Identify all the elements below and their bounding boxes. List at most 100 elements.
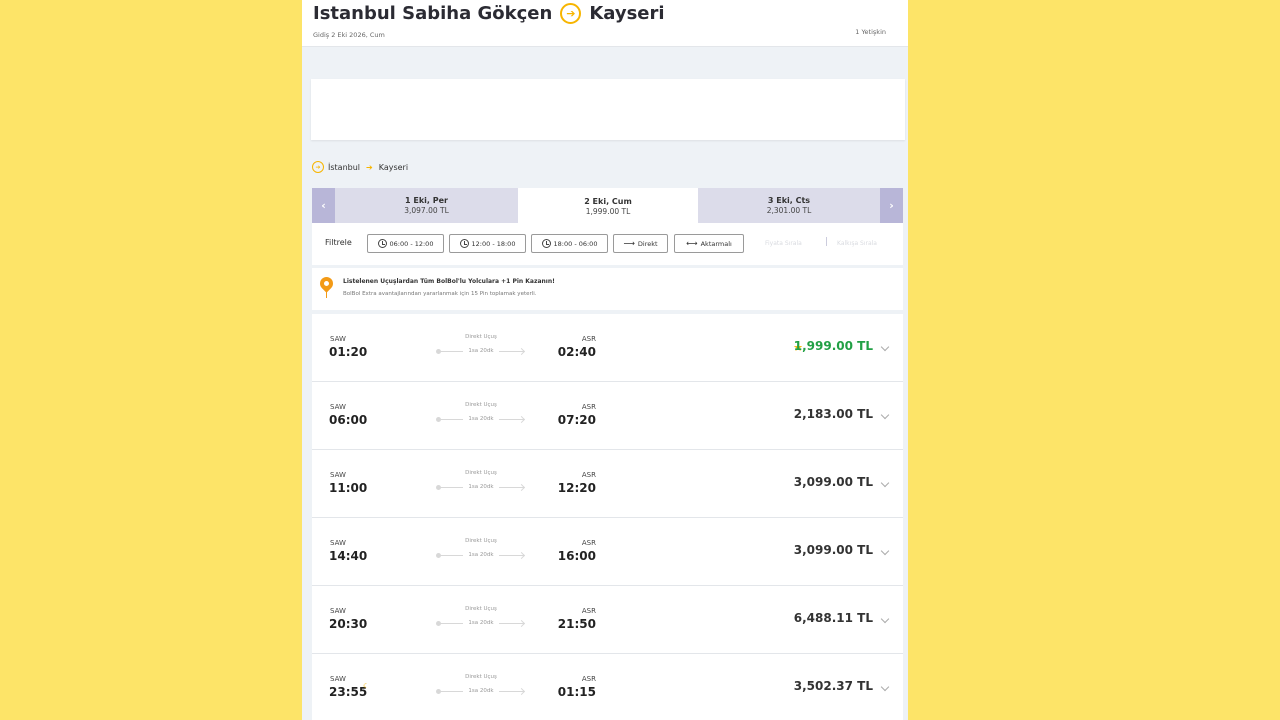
breadcrumb-destination: Kayseri xyxy=(378,162,409,172)
flight-row[interactable]: SAW 14:40 Direkt Uçuş 1sa 20dk ASR 16:00… xyxy=(312,518,903,586)
arrival-time: 07:20 xyxy=(557,413,596,427)
search-header: Istanbul Sabiha Gökçen ➔ Kayseri Gidiş 2… xyxy=(302,0,908,47)
flight-duration: 1sa 20dk xyxy=(468,552,494,558)
promo-subtitle: BolBol Extra avantajlarından yararlanmak… xyxy=(343,291,537,297)
filter-chip-afternoon[interactable]: 12:00 - 18:00 xyxy=(449,234,526,253)
clock-icon xyxy=(459,239,469,248)
banner-placeholder xyxy=(311,79,905,140)
route-line xyxy=(436,485,463,490)
sort-by-price-link[interactable]: Fiyata Sırala xyxy=(765,240,802,247)
route-title: Istanbul Sabiha Gökçen ➔ Kayseri xyxy=(313,3,665,24)
sort-divider xyxy=(826,237,827,246)
date-tab-price: 1,999.00 TL xyxy=(585,206,631,216)
chevron-down-icon[interactable] xyxy=(880,478,890,488)
chevron-right-icon: › xyxy=(889,199,894,212)
chip-label: Aktarmalı xyxy=(700,239,732,248)
direct-arrow-icon: ⟶ xyxy=(623,239,635,248)
breadcrumb: ➔ İstanbul ➔ Kayseri xyxy=(312,161,408,173)
departure-airport: SAW xyxy=(330,471,346,479)
arrival-airport: ASR xyxy=(581,539,596,547)
flight-row[interactable]: SAW 23:55 ☾ Direkt Uçuş 1sa 20dk ASR 01:… xyxy=(312,654,903,720)
flight-row[interactable]: SAW 20:30 Direkt Uçuş 1sa 20dk ASR 21:50… xyxy=(312,586,903,654)
departure-airport: SAW xyxy=(330,335,346,343)
chevron-left-icon: ‹ xyxy=(321,199,326,212)
trip-date: Gidiş 2 Eki 2026, Cum xyxy=(313,31,385,39)
chevron-down-icon[interactable] xyxy=(880,342,890,352)
departure-airport: SAW xyxy=(330,403,346,411)
departure-time: 06:00 xyxy=(329,413,368,427)
arrival-airport: ASR xyxy=(581,471,596,479)
origin-city: Istanbul Sabiha Gökçen xyxy=(313,3,553,24)
date-tab-selected-day[interactable]: 2 Eki, Cum 1,999.00 TL xyxy=(518,188,698,225)
route-arrow-icon xyxy=(499,487,524,488)
prev-date-button[interactable]: ‹ xyxy=(312,188,335,223)
flight-row[interactable]: SAW 01:20 Direkt Uçuş 1sa 20dk ASR 02:40… xyxy=(312,314,903,382)
chevron-down-icon[interactable] xyxy=(880,546,890,556)
filter-chip-direct[interactable]: ⟶ Direkt xyxy=(613,234,668,253)
arrival-time: 16:00 xyxy=(557,549,596,563)
route-arrow-icon xyxy=(499,555,524,556)
chevron-down-icon[interactable] xyxy=(880,614,890,624)
route-line xyxy=(436,349,463,354)
flight-duration: 1sa 20dk xyxy=(468,348,494,354)
flight-duration: 1sa 20dk xyxy=(468,484,494,490)
date-tab-prev-day[interactable]: 1 Eki, Per 3,097.00 TL xyxy=(335,188,518,223)
flight-price: 2,183.00 TL xyxy=(793,407,873,421)
filter-label: Filtrele xyxy=(325,238,352,247)
date-tab-next-day[interactable]: 3 Eki, Cts 2,301.00 TL xyxy=(698,188,880,223)
date-tab-label: 1 Eki, Per xyxy=(405,195,448,205)
filter-chip-morning[interactable]: 06:00 - 12:00 xyxy=(367,234,444,253)
flight-row[interactable]: SAW 11:00 Direkt Uçuş 1sa 20dk ASR 12:20… xyxy=(312,450,903,518)
departure-icon: ➔ xyxy=(312,161,324,173)
departure-airport: SAW xyxy=(330,675,346,683)
flight-duration: 1sa 20dk xyxy=(468,416,494,422)
flight-price: 6,488.11 TL xyxy=(793,611,873,625)
flight-price: 3,502.37 TL xyxy=(793,679,873,693)
flight-type: Direkt Uçuş xyxy=(465,674,497,680)
sort-by-departure-link[interactable]: Kalkışa Sırala xyxy=(837,240,877,247)
date-tab-label: 2 Eki, Cum xyxy=(584,196,632,206)
filter-chip-connecting[interactable]: ⟷ Aktarmalı xyxy=(674,234,744,253)
flight-list: SAW 01:20 Direkt Uçuş 1sa 20dk ASR 02:40… xyxy=(312,314,903,720)
filter-chip-evening[interactable]: 18:00 - 06:00 xyxy=(531,234,608,253)
route-line xyxy=(436,417,463,422)
route-arrow-icon: ➔ xyxy=(560,3,582,24)
flight-price: 1,999.00 TL xyxy=(793,339,873,353)
flight-duration: 1sa 20dk xyxy=(468,620,494,626)
flight-price: 3,099.00 TL xyxy=(793,543,873,557)
moon-icon: ☾ xyxy=(363,682,370,690)
breadcrumb-origin: İstanbul xyxy=(328,162,361,172)
flight-type: Direkt Uçuş xyxy=(465,606,497,612)
chevron-down-icon[interactable] xyxy=(880,410,890,420)
date-tab-label: 3 Eki, Cts xyxy=(767,195,811,205)
flight-row[interactable]: SAW 06:00 Direkt Uçuş 1sa 20dk ASR 07:20… xyxy=(312,382,903,450)
connecting-icon: ⟷ xyxy=(686,239,698,248)
date-tab-price: 3,097.00 TL xyxy=(404,205,449,215)
filter-bar: Filtrele 06:00 - 12:00 12:00 - 18:00 18:… xyxy=(312,223,903,265)
departure-airport: SAW xyxy=(330,607,346,615)
chip-label: 18:00 - 06:00 xyxy=(553,239,598,248)
arrival-airport: ASR xyxy=(581,675,596,683)
flight-price: 3,099.00 TL xyxy=(793,475,873,489)
date-tab-price: 2,301.00 TL xyxy=(766,205,812,215)
promo-title: Listelenen Uçuşlardan Tüm BolBol'lu Yolc… xyxy=(343,278,555,285)
next-date-button[interactable]: › xyxy=(880,188,903,223)
departure-time: 01:20 xyxy=(329,345,368,359)
chevron-down-icon[interactable] xyxy=(880,682,890,692)
flight-type: Direkt Uçuş xyxy=(465,334,497,340)
arrival-airport: ASR xyxy=(581,403,596,411)
date-selector: ‹ 1 Eki, Per 3,097.00 TL 2 Eki, Cum 1,99… xyxy=(312,188,903,225)
clock-icon xyxy=(541,239,551,248)
arrival-time: 02:40 xyxy=(557,345,596,359)
flight-duration: 1sa 20dk xyxy=(468,688,494,694)
route-arrow-icon xyxy=(499,419,524,420)
route-line xyxy=(436,621,463,626)
departure-time: 23:55 xyxy=(329,685,368,699)
departure-airport: SAW xyxy=(330,539,346,547)
arrival-time: 01:15 xyxy=(557,685,596,699)
clock-icon xyxy=(377,239,387,248)
chip-label: Direkt xyxy=(637,239,658,248)
passenger-count[interactable]: 1 Yetişkin xyxy=(855,28,886,36)
arrival-airport: ASR xyxy=(581,335,596,343)
chip-label: 12:00 - 18:00 xyxy=(471,239,516,248)
